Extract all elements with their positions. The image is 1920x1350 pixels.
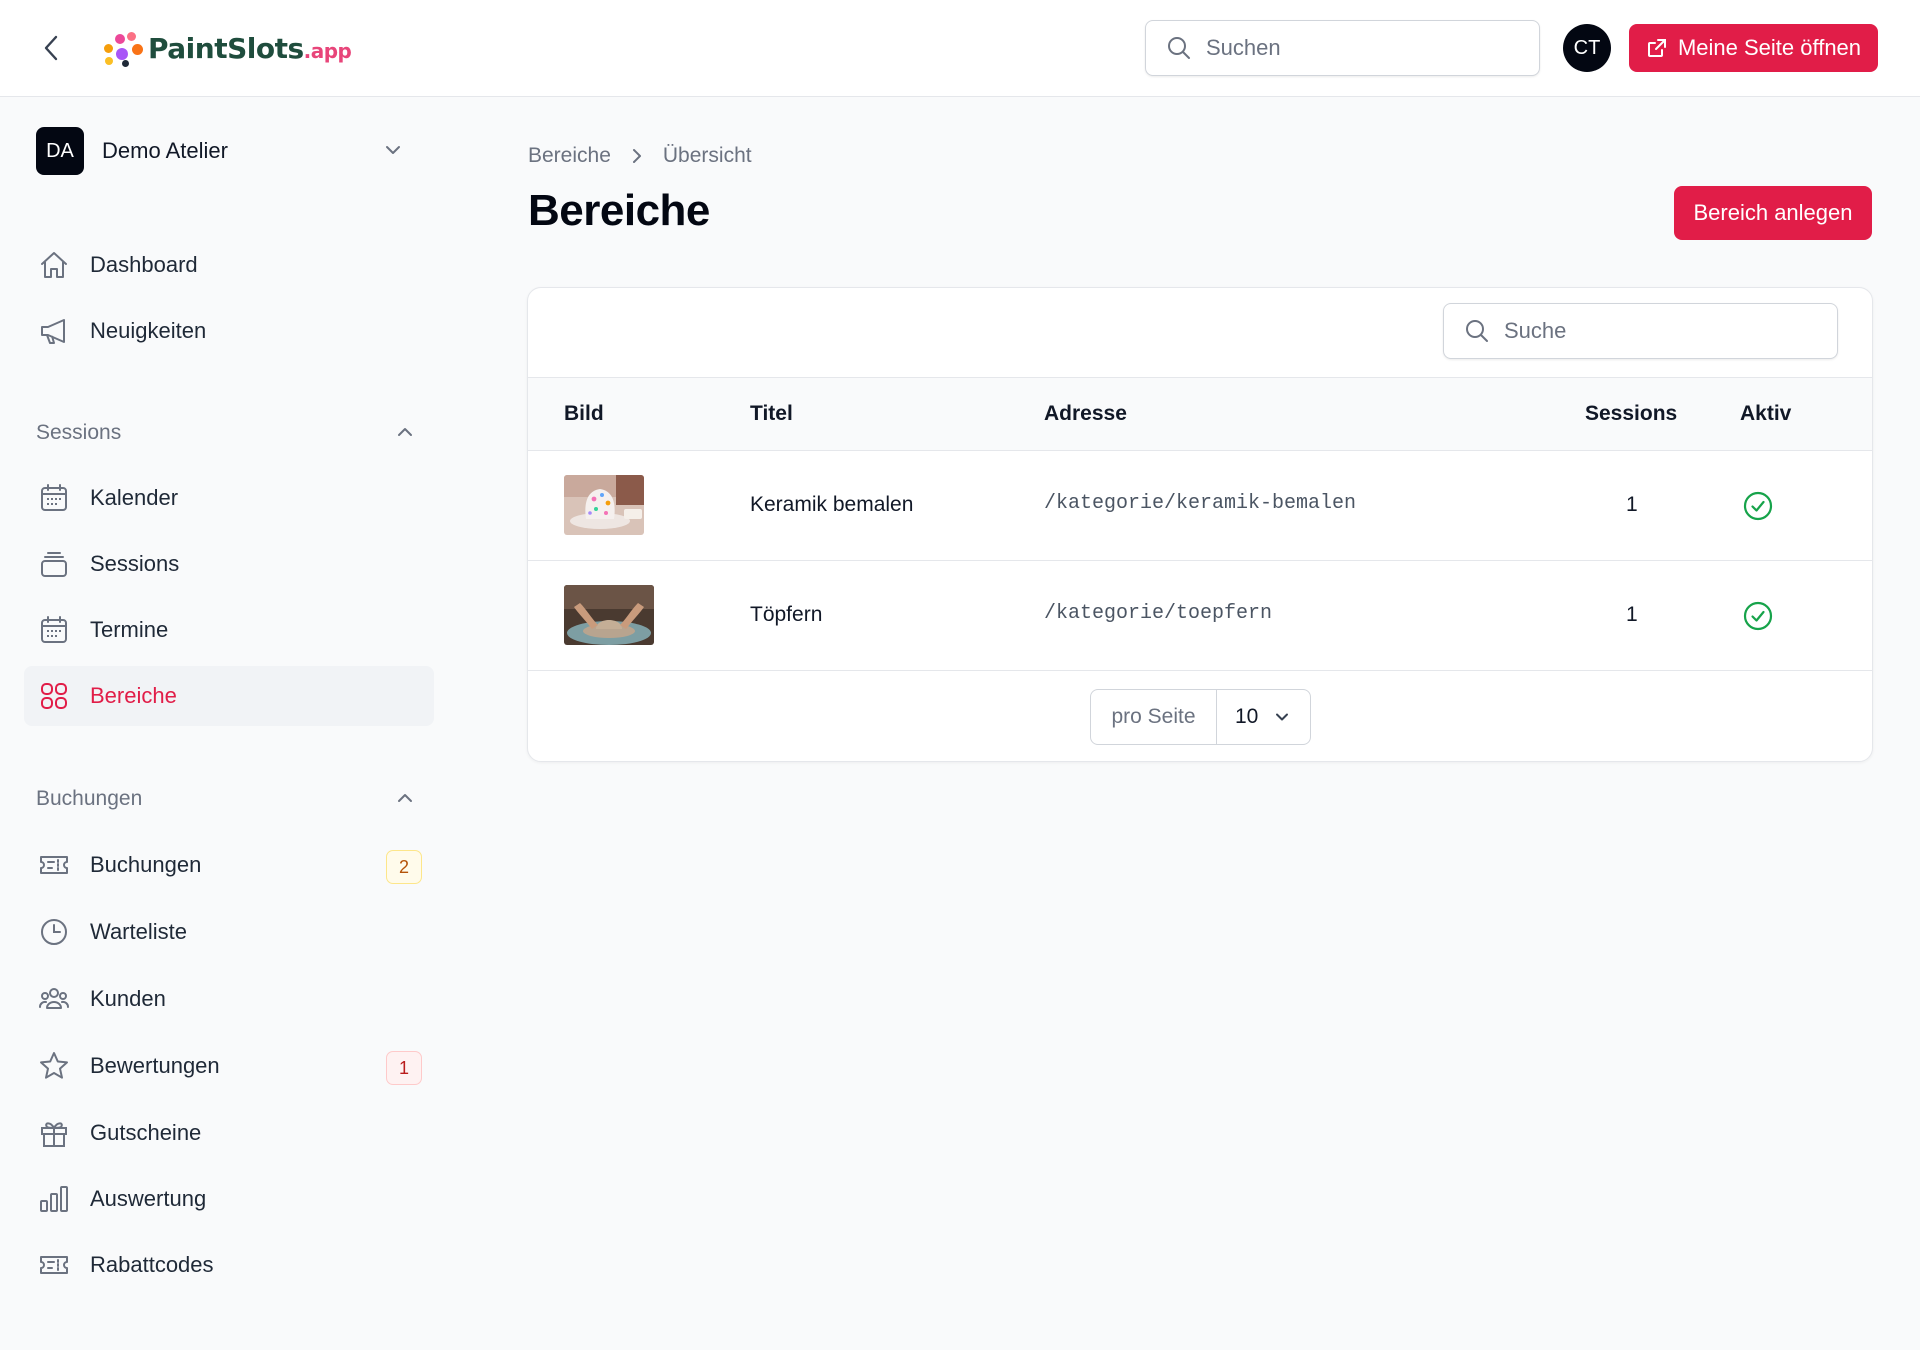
sidebar-item-kalender[interactable]: Kalender: [24, 468, 434, 528]
nav-group-title: Sessions: [36, 421, 122, 444]
tenant-name: Demo Atelier: [102, 138, 228, 163]
nav-group-buchungen[interactable]: Buchungen: [36, 779, 416, 819]
top-bar: PaintSlots.app CT Meine Seite öffnen: [0, 0, 1920, 97]
table-search-input[interactable]: [1504, 318, 1804, 344]
sidebar-item-label: Warteliste: [90, 919, 187, 944]
logo-dots-icon: [100, 28, 144, 68]
area-address: /kategorie/keramik-bemalen: [1044, 492, 1357, 515]
table-row[interactable]: Keramik bemalen /kategorie/keramik-bemal…: [528, 451, 1872, 561]
breadcrumb-link-bereiche[interactable]: Bereiche: [528, 144, 611, 168]
chevron-down-icon: [386, 146, 400, 154]
sidebar-item-label: Sessions: [90, 551, 180, 576]
column-header-bild[interactable]: Bild: [564, 402, 604, 426]
breadcrumb: Bereiche Übersicht: [528, 144, 752, 168]
tenant-badge: DA: [36, 127, 84, 175]
column-header-sessions[interactable]: Sessions: [1585, 402, 1677, 426]
per-page-label: pro Seite: [1091, 690, 1217, 744]
calendar-icon: [38, 482, 70, 514]
sidebar-item-label: Bereiche: [90, 683, 177, 708]
sidebar-item-label: Buchungen: [90, 852, 202, 877]
sidebar-item-label: Kalender: [90, 485, 179, 510]
sidebar-item-label: Kunden: [90, 986, 166, 1011]
tenant-switcher[interactable]: DA Demo Atelier: [36, 127, 440, 175]
user-avatar[interactable]: CT: [1563, 24, 1611, 72]
area-sessions-count: 1: [1626, 603, 1638, 626]
sidebar-item-gutscheine[interactable]: Gutscheine: [24, 1103, 434, 1163]
sidebar-item-neuigkeiten[interactable]: Neuigkeiten: [24, 301, 434, 361]
table-header: Bild Titel Adresse Sessions Aktiv: [528, 377, 1872, 451]
chevron-down-icon: [1276, 713, 1288, 721]
sidebar-item-label: Dashboard: [90, 252, 198, 277]
breadcrumb-current: Übersicht: [662, 144, 752, 167]
sidebar-item-auswertung[interactable]: Auswertung: [24, 1169, 434, 1229]
sidebar-item-bewertungen[interactable]: Bewertungen 1: [24, 1036, 434, 1096]
megaphone-icon: [38, 315, 70, 347]
ticket-icon: [38, 849, 70, 881]
logo-text: PaintSlots.app: [148, 31, 352, 65]
table-row[interactable]: Töpfern /kategorie/toepfern 1: [528, 561, 1872, 671]
star-icon: [38, 1050, 70, 1082]
home-icon: [38, 249, 70, 281]
sidebar: DA Demo Atelier Dashboard Neuigkeiten Se…: [0, 97, 440, 1350]
sidebar-item-rabattcodes[interactable]: Rabattcodes: [24, 1235, 434, 1295]
sidebar-item-label: Neuigkeiten: [90, 318, 207, 343]
search-icon: [1466, 320, 1488, 342]
area-title[interactable]: Töpfern: [750, 603, 822, 627]
sidebar-item-bereiche[interactable]: Bereiche: [24, 666, 434, 726]
chevron-left-icon: [44, 35, 58, 61]
external-link-icon: [1647, 39, 1666, 57]
chevron-right-icon: [629, 147, 645, 165]
area-thumbnail: [564, 585, 654, 645]
count-badge: 2: [386, 850, 422, 884]
sidebar-item-kunden[interactable]: Kunden: [24, 969, 434, 1029]
check-circle-icon: [1743, 491, 1773, 526]
count-badge: 1: [386, 1051, 422, 1085]
sidebar-item-label: Termine: [90, 617, 169, 642]
calendar-icon: [38, 614, 70, 646]
sidebar-item-label: Auswertung: [90, 1186, 207, 1211]
users-icon: [38, 983, 70, 1015]
bar-chart-icon: [38, 1183, 70, 1215]
sidebar-item-dashboard[interactable]: Dashboard: [24, 235, 434, 295]
sidebar-item-label: Bewertungen: [90, 1053, 220, 1078]
open-my-page-button[interactable]: Meine Seite öffnen: [1629, 24, 1878, 72]
sidebar-item-sessions[interactable]: Sessions: [24, 534, 434, 594]
sidebar-item-warteliste[interactable]: Warteliste: [24, 902, 434, 962]
areas-table-card: Bild Titel Adresse Sessions Aktiv Kerami…: [527, 287, 1873, 762]
page-title: Bereiche: [528, 186, 710, 235]
area-address: /kategorie/toepfern: [1044, 602, 1273, 625]
grid-icon: [38, 680, 70, 712]
search-icon: [1168, 37, 1190, 59]
create-area-button[interactable]: Bereich anlegen: [1674, 186, 1872, 240]
clock-icon: [38, 916, 70, 948]
nav-group-title: Buchungen: [36, 787, 143, 810]
column-header-adresse[interactable]: Adresse: [1044, 402, 1127, 426]
table-search[interactable]: [1443, 303, 1838, 359]
per-page-selector: pro Seite 10: [1090, 689, 1311, 745]
global-search[interactable]: [1145, 20, 1540, 76]
global-search-input[interactable]: [1206, 35, 1506, 61]
sidebar-item-label: Gutscheine: [90, 1120, 202, 1145]
sidebar-item-label: Rabattcodes: [90, 1252, 214, 1277]
ticket-icon: [38, 1249, 70, 1281]
area-thumbnail: [564, 475, 644, 535]
area-sessions-count: 1: [1626, 493, 1638, 516]
per-page-value: 10: [1235, 705, 1259, 728]
sidebar-item-termine[interactable]: Termine: [24, 600, 434, 660]
chevron-up-icon: [398, 428, 412, 436]
nav-group-sessions[interactable]: Sessions: [36, 413, 416, 453]
back-button[interactable]: [36, 30, 66, 66]
check-circle-icon: [1743, 601, 1773, 636]
open-my-page-label: Meine Seite öffnen: [1677, 35, 1862, 60]
column-header-aktiv[interactable]: Aktiv: [1740, 402, 1791, 426]
stack-icon: [38, 548, 70, 580]
column-header-titel[interactable]: Titel: [750, 402, 793, 426]
area-title[interactable]: Keramik bemalen: [750, 493, 913, 517]
logo[interactable]: PaintSlots.app: [100, 28, 352, 68]
gift-icon: [38, 1117, 70, 1149]
chevron-up-icon: [398, 794, 412, 802]
per-page-select[interactable]: 10: [1217, 705, 1310, 729]
sidebar-item-buchungen[interactable]: Buchungen 2: [24, 835, 434, 895]
